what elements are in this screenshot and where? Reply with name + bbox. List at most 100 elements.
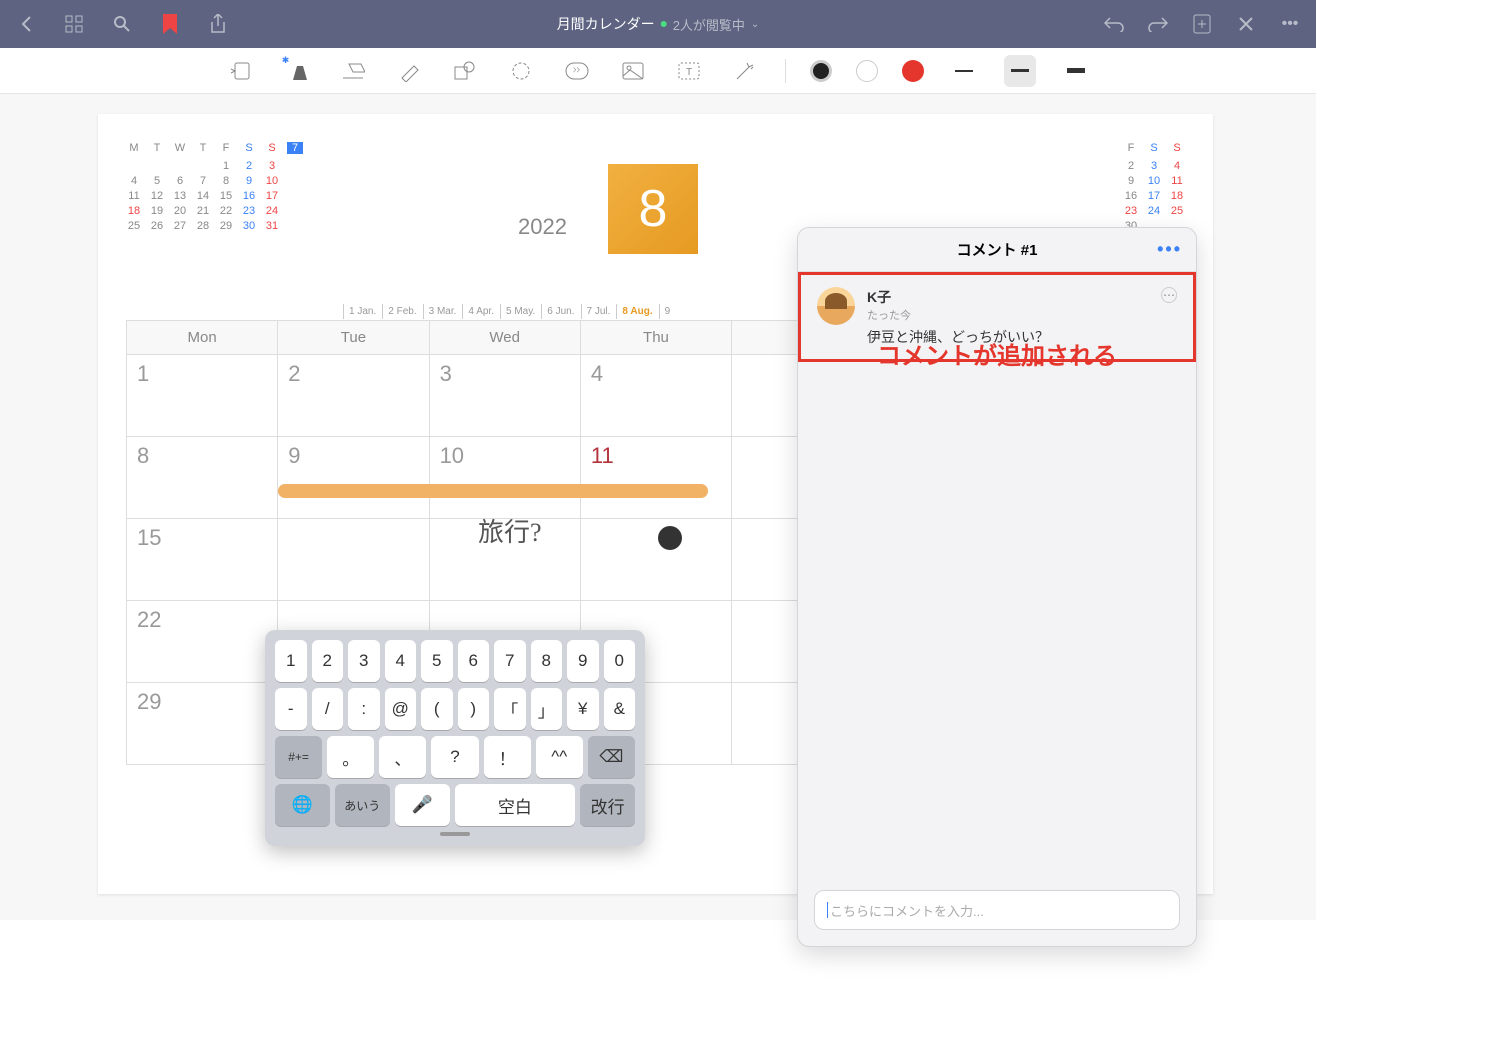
comment-placeholder: こちらにコメントを入力... <box>830 901 984 920</box>
comment-panel: コメント #1 ••• K子 たった今 伊豆と沖縄、どっちがいい？ ⋯ コメント… <box>797 227 1197 947</box>
color-black[interactable] <box>810 60 832 82</box>
comment-panel-header: コメント #1 ••• <box>798 228 1196 272</box>
key-2[interactable]: 2 <box>312 640 344 682</box>
day-header: Tue <box>278 320 429 355</box>
day-header: Mon <box>126 320 278 355</box>
comment-more-icon[interactable]: ••• <box>1157 239 1182 260</box>
close-icon[interactable] <box>1232 10 1260 38</box>
key-、[interactable]: 、 <box>379 736 426 778</box>
stroke-thin[interactable] <box>948 55 980 87</box>
top-bar: 月間カレンダー 2人が閲覧中 ⌄ ••• <box>0 0 1316 48</box>
avatar <box>817 287 855 325</box>
comment-time: たった今 <box>867 307 1149 323</box>
handwriting-note: 旅行? <box>478 512 542 549</box>
viewers-text: 2人が閲覧中 <box>673 15 745 34</box>
key-！[interactable]: ！ <box>484 736 531 778</box>
grid-icon[interactable] <box>60 10 88 38</box>
key-。[interactable]: 。 <box>327 736 374 778</box>
calendar-cell[interactable] <box>278 519 429 601</box>
svg-text:T: T <box>685 67 691 78</box>
calendar-cell[interactable]: 29 <box>126 683 278 765</box>
color-white[interactable] <box>856 60 878 82</box>
share-icon[interactable] <box>204 10 232 38</box>
calendar-cell[interactable]: 22 <box>126 601 278 683</box>
key--[interactable]: - <box>275 688 307 730</box>
key-改行[interactable]: 改行 <box>580 784 635 826</box>
key-あいう[interactable]: あいう <box>335 784 390 826</box>
text-tool[interactable]: T <box>673 55 705 87</box>
key-🎤[interactable]: 🎤 <box>395 784 450 826</box>
lasso-tool[interactable] <box>505 55 537 87</box>
key-)[interactable]: ) <box>458 688 490 730</box>
stroke-medium[interactable] <box>1004 55 1036 87</box>
key-「[interactable]: 「 <box>494 688 526 730</box>
key-9[interactable]: 9 <box>567 640 599 682</box>
comment-entry-more-icon[interactable]: ⋯ <box>1161 287 1177 303</box>
key-/[interactable]: / <box>312 688 344 730</box>
comment-title: コメント #1 <box>957 239 1038 260</box>
keyboard-handle[interactable] <box>440 832 470 836</box>
shape-tool[interactable] <box>449 55 481 87</box>
key-:[interactable]: : <box>348 688 380 730</box>
key-6[interactable]: 6 <box>458 640 490 682</box>
key-4[interactable]: 4 <box>385 640 417 682</box>
key-🌐[interactable]: 🌐 <box>275 784 330 826</box>
key-5[interactable]: 5 <box>421 640 453 682</box>
key-⌫[interactable]: ⌫ <box>588 736 635 778</box>
comment-marker-icon[interactable] <box>658 526 682 550</box>
calendar-cell[interactable] <box>581 519 732 601</box>
calendar-cell[interactable]: 9 <box>278 437 429 519</box>
status-indicator <box>661 21 667 27</box>
bookmark-icon[interactable] <box>156 10 184 38</box>
title-text: 月間カレンダー <box>557 14 655 34</box>
key-」[interactable]: 」 <box>531 688 563 730</box>
key-@[interactable]: @ <box>385 688 417 730</box>
color-red[interactable] <box>902 60 924 82</box>
day-header: Wed <box>430 320 581 355</box>
highlighter-tool[interactable] <box>393 55 425 87</box>
back-button[interactable] <box>12 10 40 38</box>
key-7[interactable]: 7 <box>494 640 526 682</box>
calendar-cell[interactable]: 1 <box>126 355 278 437</box>
chevron-down-icon: ⌄ <box>751 19 759 30</box>
page-title[interactable]: 月間カレンダー 2人が閲覧中 ⌄ <box>557 14 760 34</box>
calendar-cell[interactable]: 15 <box>126 519 278 601</box>
calendar-cell[interactable]: 2 <box>278 355 429 437</box>
key-¥[interactable]: ¥ <box>567 688 599 730</box>
key-&[interactable]: & <box>604 688 636 730</box>
key-空白[interactable]: 空白 <box>455 784 576 826</box>
key-^^[interactable]: ^^ <box>536 736 583 778</box>
year-label: 2022 <box>518 214 567 240</box>
magic-tool[interactable] <box>729 55 761 87</box>
redo-icon[interactable] <box>1144 10 1172 38</box>
undo-icon[interactable] <box>1100 10 1128 38</box>
key-([interactable]: ( <box>421 688 453 730</box>
stroke-thick[interactable] <box>1060 55 1092 87</box>
canvas[interactable]: MTWTFSS7 123 45678910 11121314151617 181… <box>0 94 1316 920</box>
more-icon[interactable]: ••• <box>1276 10 1304 38</box>
key-#+=[interactable]: #+= <box>275 736 322 778</box>
readonly-tool[interactable] <box>225 55 257 87</box>
key-?[interactable]: ? <box>431 736 478 778</box>
eraser-tool[interactable] <box>337 55 369 87</box>
search-icon[interactable] <box>108 10 136 38</box>
tool-bar: ✱ T <box>0 48 1316 94</box>
key-8[interactable]: 8 <box>531 640 563 682</box>
text-cursor <box>827 902 828 918</box>
sticker-tool[interactable] <box>561 55 593 87</box>
calendar-cell[interactable]: 8 <box>126 437 278 519</box>
calendar-cell[interactable]: 11 <box>581 437 732 519</box>
key-1[interactable]: 1 <box>275 640 307 682</box>
key-0[interactable]: 0 <box>604 640 636 682</box>
pen-tool[interactable]: ✱ <box>281 55 313 87</box>
calendar-cell[interactable]: 4 <box>581 355 732 437</box>
month-badge: 8 <box>608 164 698 254</box>
calendar-cell[interactable]: 3 <box>430 355 581 437</box>
image-tool[interactable] <box>617 55 649 87</box>
key-3[interactable]: 3 <box>348 640 380 682</box>
calendar-cell[interactable]: 10 <box>430 437 581 519</box>
add-page-icon[interactable] <box>1188 10 1216 38</box>
event-bar <box>278 484 708 498</box>
soft-keyboard: 1234567890 -/:@()「」¥& #+=。、?！^^⌫ 🌐あいう🎤空白… <box>265 630 645 846</box>
comment-input[interactable]: こちらにコメントを入力... <box>814 890 1180 930</box>
